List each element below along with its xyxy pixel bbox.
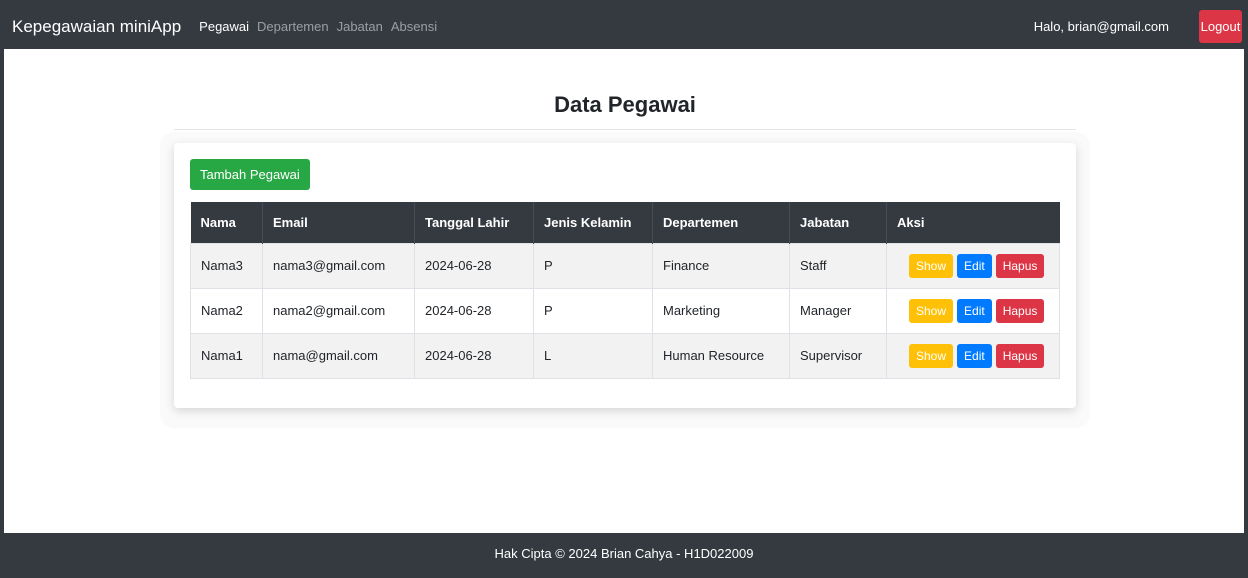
column-header-aksi: Aksi [897, 214, 925, 230]
column-header-jabatan: Jabatan [789, 202, 887, 243]
cell-departemen: Human Resource [652, 332, 790, 379]
navbar: Kepegawaian miniApp Pegawai Departemen J… [4, 4, 1244, 49]
cell-departemen: Marketing [652, 287, 790, 334]
column-header-tanggal-lahir: Tanggal Lahir [414, 202, 534, 243]
action-group: Show Edit Hapus [909, 298, 1045, 323]
cell-jabatan: Manager [789, 287, 887, 334]
nav-right: Halo, brian@gmail.com Logout [1034, 4, 1244, 49]
edit-button[interactable]: Edit [957, 298, 992, 323]
nav-link-departemen[interactable]: Departemen [257, 19, 329, 34]
nav-link-pegawai[interactable]: Pegawai [199, 19, 249, 34]
table-row: Nama3 nama3@gmail.com 2024-06-28 P Finan… [190, 242, 1060, 289]
edit-button[interactable]: Edit [957, 253, 992, 278]
nav-link-absensi[interactable]: Absensi [391, 19, 437, 34]
cell-email: nama@gmail.com [262, 332, 415, 379]
title-divider [174, 129, 1076, 130]
cell-aksi: Show Edit Hapus [886, 332, 1060, 379]
page-title: Data Pegawai [554, 92, 696, 117]
cell-email: nama2@gmail.com [262, 287, 415, 334]
delete-button[interactable]: Hapus [995, 253, 1045, 278]
brand[interactable]: Kepegawaian miniApp [12, 17, 181, 37]
cell-jenis-kelamin: L [533, 332, 653, 379]
cell-aksi: Show Edit Hapus [886, 242, 1060, 289]
employee-card: Tambah Pegawai Nama Email Tanggal Lahir … [174, 143, 1076, 408]
delete-button[interactable]: Hapus [995, 298, 1045, 323]
cell-nama: Nama3 [190, 242, 263, 289]
table-row: Nama1 nama@gmail.com 2024-06-28 L Human … [190, 332, 1060, 379]
cell-aksi: Show Edit Hapus [886, 287, 1060, 334]
action-group: Show Edit Hapus [909, 253, 1045, 278]
table-row: Nama2 nama2@gmail.com 2024-06-28 P Marke… [190, 287, 1060, 334]
cell-tanggal-lahir: 2024-06-28 [414, 332, 534, 379]
cell-jabatan: Supervisor [789, 332, 887, 379]
show-button[interactable]: Show [909, 253, 954, 278]
cell-email: nama3@gmail.com [262, 242, 415, 289]
copyright-text: Hak Cipta © 2024 Brian Cahya - H1D022009 [494, 546, 754, 561]
column-header-jenis-kelamin: Jenis Kelamin [533, 202, 653, 243]
show-button[interactable]: Show [909, 343, 954, 368]
add-employee-button[interactable]: Tambah Pegawai [190, 159, 310, 190]
logout-button[interactable]: Logout [1199, 10, 1242, 43]
action-group: Show Edit Hapus [909, 343, 1045, 368]
cell-tanggal-lahir: 2024-06-28 [414, 287, 534, 334]
cell-jabatan: Staff [789, 242, 887, 289]
cell-tanggal-lahir: 2024-06-28 [414, 242, 534, 289]
edit-button[interactable]: Edit [957, 343, 992, 368]
cell-nama: Nama1 [190, 332, 263, 379]
footer: Hak Cipta © 2024 Brian Cahya - H1D022009 [4, 533, 1244, 574]
cell-jenis-kelamin: P [533, 287, 653, 334]
employee-table: Nama Email Tanggal Lahir Jenis Kelamin D… [190, 202, 1060, 379]
column-header-nama: Nama [190, 202, 263, 243]
cell-departemen: Finance [652, 242, 790, 289]
table-header-row: Nama Email Tanggal Lahir Jenis Kelamin D… [190, 202, 1060, 243]
cell-jenis-kelamin: P [533, 242, 653, 289]
show-button[interactable]: Show [909, 298, 954, 323]
user-greeting: Halo, brian@gmail.com [1033, 19, 1169, 34]
column-header-departemen: Departemen [652, 202, 790, 243]
column-header-email: Email [262, 202, 415, 243]
nav-link-jabatan[interactable]: Jabatan [337, 19, 383, 34]
delete-button[interactable]: Hapus [995, 343, 1045, 368]
cell-nama: Nama2 [190, 287, 263, 334]
